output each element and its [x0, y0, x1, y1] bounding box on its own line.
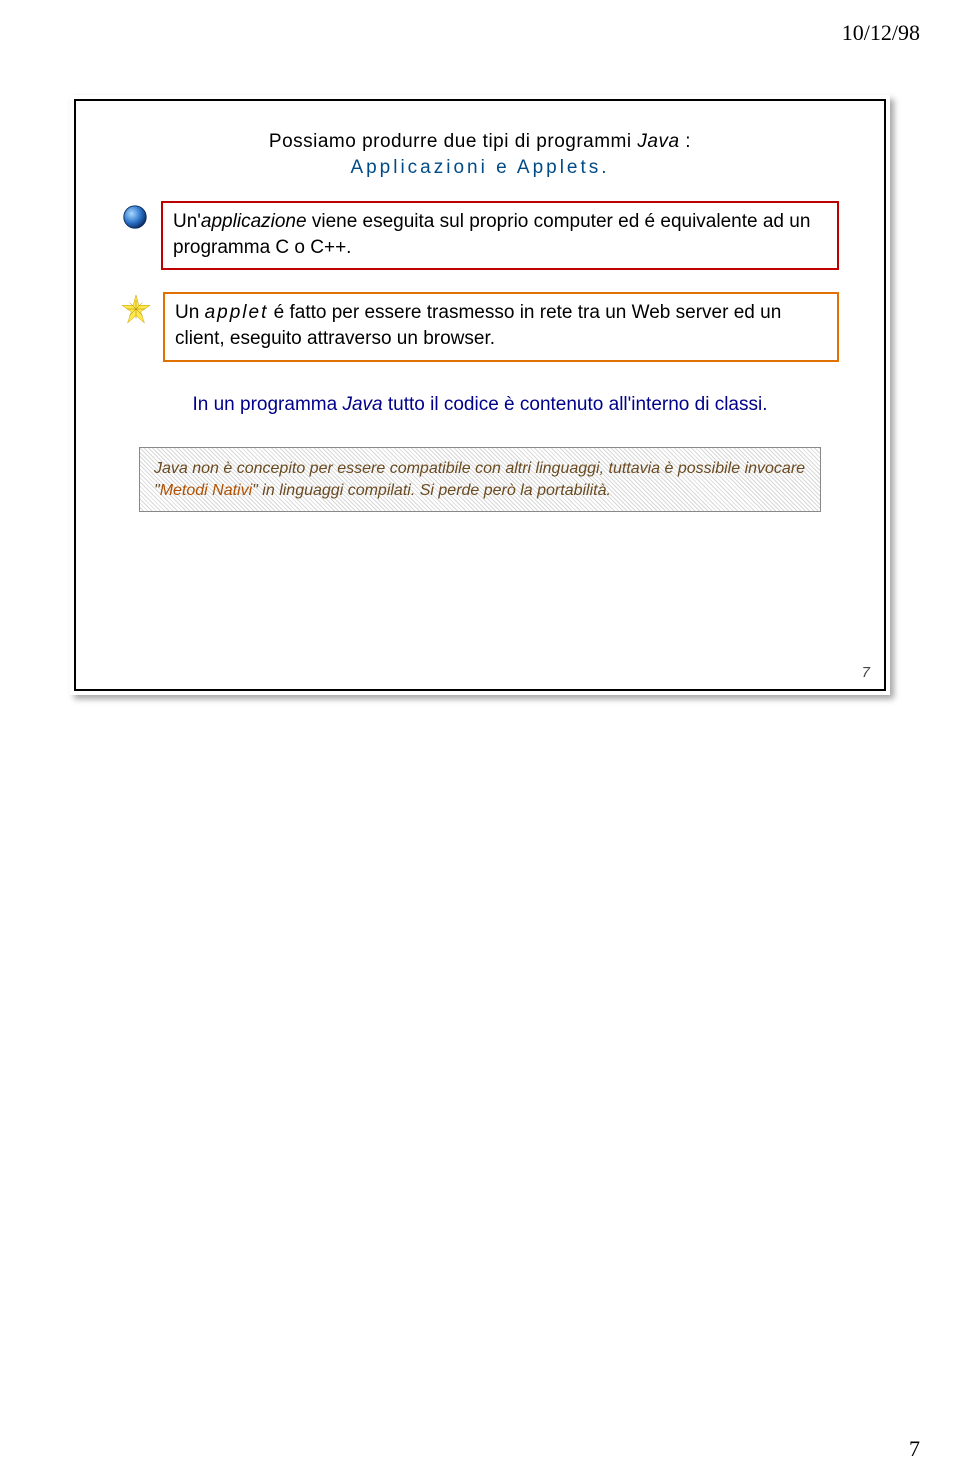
- bullet-row-1: Un'applicazione viene eseguita sul propr…: [121, 201, 839, 270]
- slide-frame: Possiamo produrre due tipi di programmi …: [70, 95, 890, 695]
- slide-page-number: 7: [862, 664, 870, 681]
- slide-inner: Possiamo produrre due tipi di programmi …: [74, 99, 886, 691]
- document-page-number: 7: [909, 1436, 920, 1462]
- footnote-java: Java: [154, 460, 188, 477]
- slide-content: Possiamo produrre due tipi di programmi …: [76, 101, 884, 532]
- highlight-underline: [206, 191, 686, 199]
- box2-pre: Un: [175, 302, 205, 323]
- info-box-applet: Un applet é fatto per essere trasmesso i…: [163, 292, 839, 361]
- statement-mid: tutto il codice è contenuto all'interno …: [383, 394, 768, 415]
- title-java: Java: [637, 131, 679, 152]
- statement-java: Java: [342, 394, 382, 415]
- info-box-application: Un'applicazione viene eseguita sul propr…: [161, 201, 839, 270]
- title-text-pre: Possiamo produrre due tipi di programmi: [269, 131, 638, 152]
- box2-em: applet: [205, 302, 269, 323]
- statement-text: In un programma Java tutto il codice è c…: [121, 392, 839, 418]
- footnote-text2: " in linguaggi compilati. Si perde però …: [252, 482, 611, 499]
- title-text-post: :: [680, 131, 692, 152]
- statement-pre: In un programma: [192, 394, 342, 415]
- footnote-methods: Metodi Nativi: [160, 482, 252, 499]
- box1-em: applicazione: [201, 211, 307, 232]
- slide-subtitle: Applicazioni e Applets.: [121, 157, 839, 179]
- slide-title: Possiamo produrre due tipi di programmi …: [121, 131, 839, 153]
- circle-bullet-icon: [121, 203, 149, 231]
- box1-pre: Un': [173, 211, 201, 232]
- star-bullet-icon: [121, 294, 151, 324]
- page-date: 10/12/98: [842, 20, 920, 46]
- bullet-row-2: Un applet é fatto per essere trasmesso i…: [121, 292, 839, 361]
- footnote-box: Java non è concepito per essere compatib…: [139, 447, 821, 512]
